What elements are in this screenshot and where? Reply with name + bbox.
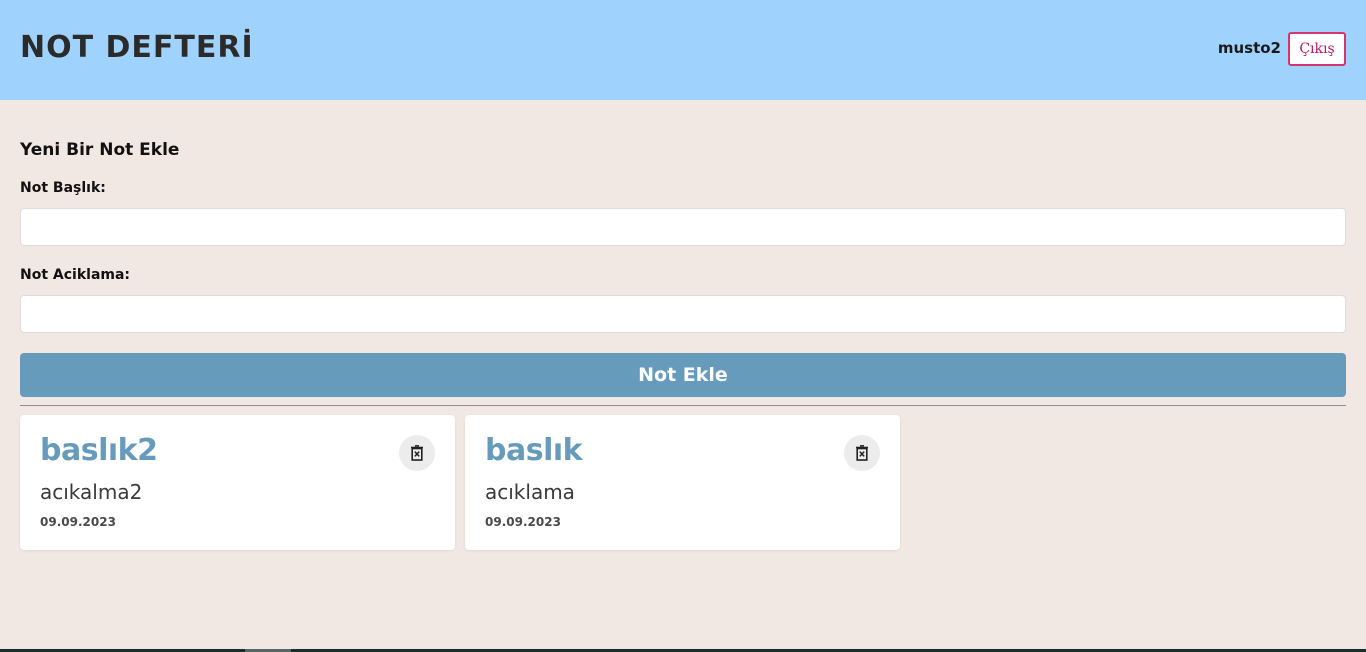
logout-button[interactable]: Çıkış: [1288, 32, 1346, 66]
note-title: baslık: [485, 433, 583, 468]
note-card: baslık acıklama 09.09.2023: [465, 415, 900, 550]
trash-x-icon: [411, 445, 423, 461]
trash-x-icon: [856, 445, 868, 461]
user-name: musto2: [1217, 39, 1281, 57]
form-title: Yeni Bir Not Ekle: [20, 140, 180, 160]
note-title-input[interactable]: [20, 208, 1346, 246]
app-title: NOT DEFTERİ: [20, 30, 254, 65]
note-title-label: Not Başlık:: [20, 180, 106, 196]
note-description-input[interactable]: [20, 295, 1346, 333]
note-description: acıklama: [485, 480, 575, 504]
note-card: baslık2 acıkalma2 09.09.2023: [20, 415, 455, 550]
delete-note-button[interactable]: [844, 435, 880, 471]
note-title: baslık2: [40, 433, 158, 468]
delete-note-button[interactable]: [399, 435, 435, 471]
note-date: 09.09.2023: [485, 515, 561, 529]
add-note-button[interactable]: Not Ekle: [20, 353, 1346, 397]
note-date: 09.09.2023: [40, 515, 116, 529]
divider: [20, 405, 1346, 406]
app-header: NOT DEFTERİ musto2 Çıkış: [0, 0, 1366, 100]
note-description-label: Not Aciklama:: [20, 267, 131, 283]
note-description: acıkalma2: [40, 480, 143, 504]
